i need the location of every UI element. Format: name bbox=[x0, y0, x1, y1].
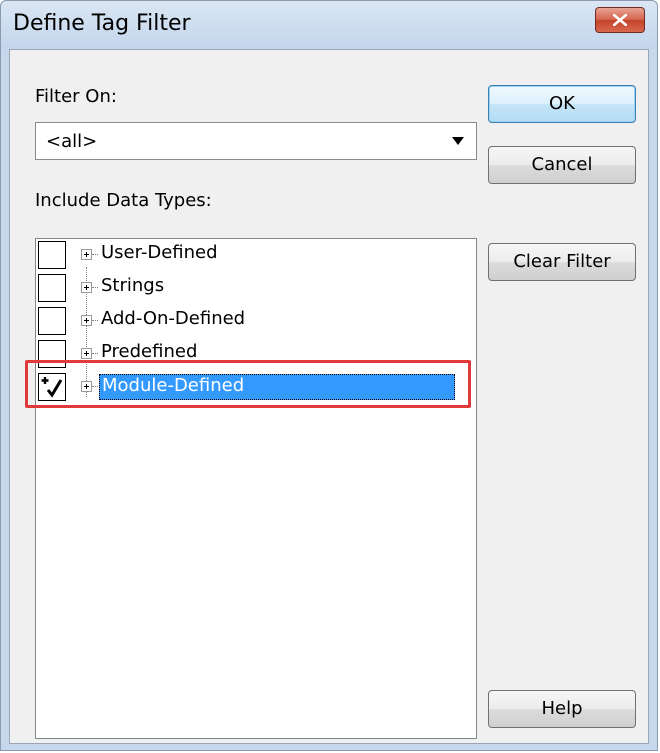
tree-branch-line bbox=[92, 320, 98, 321]
clear-filter-button[interactable]: Clear Filter bbox=[488, 243, 636, 281]
tree-item-label: Add-On-Defined bbox=[101, 308, 246, 329]
annotation-highlight-box bbox=[25, 360, 471, 408]
checkbox-user-defined[interactable] bbox=[38, 241, 66, 269]
tree-item-label: User-Defined bbox=[101, 242, 218, 263]
expand-icon[interactable] bbox=[81, 282, 92, 293]
dialog-title: Define Tag Filter bbox=[13, 11, 191, 36]
title-bar: Define Tag Filter bbox=[1, 1, 657, 49]
tree-item-user-defined[interactable]: User-Defined bbox=[36, 239, 476, 271]
cancel-button[interactable]: Cancel bbox=[488, 146, 636, 184]
expand-icon[interactable] bbox=[81, 249, 92, 260]
checkbox-add-on-defined[interactable] bbox=[38, 307, 66, 335]
data-types-tree[interactable]: User-Defined Strings Add-On-Defined Pred… bbox=[35, 238, 477, 739]
expand-icon[interactable] bbox=[81, 315, 92, 326]
help-button[interactable]: Help bbox=[488, 690, 636, 728]
ok-button[interactable]: OK bbox=[488, 85, 636, 123]
tree-item-label: Predefined bbox=[101, 341, 198, 362]
define-tag-filter-dialog: Define Tag Filter Filter On: <all> Inclu… bbox=[0, 0, 658, 751]
close-button[interactable] bbox=[595, 7, 645, 33]
filter-on-label: Filter On: bbox=[35, 86, 117, 107]
checkbox-strings[interactable] bbox=[38, 274, 66, 302]
tree-branch-line bbox=[92, 287, 98, 288]
tree-item-label: Strings bbox=[101, 275, 165, 296]
tree-item-strings[interactable]: Strings bbox=[36, 272, 476, 304]
tree-item-add-on-defined[interactable]: Add-On-Defined bbox=[36, 305, 476, 337]
expand-icon[interactable] bbox=[81, 348, 92, 359]
filter-on-dropdown[interactable]: <all> bbox=[35, 122, 477, 160]
dropdown-arrow-icon[interactable] bbox=[452, 137, 464, 145]
include-data-types-label: Include Data Types: bbox=[35, 190, 212, 211]
filter-on-value: <all> bbox=[46, 131, 98, 152]
close-x-icon bbox=[613, 14, 627, 26]
tree-branch-line bbox=[92, 254, 98, 255]
tree-branch-line bbox=[92, 353, 98, 354]
